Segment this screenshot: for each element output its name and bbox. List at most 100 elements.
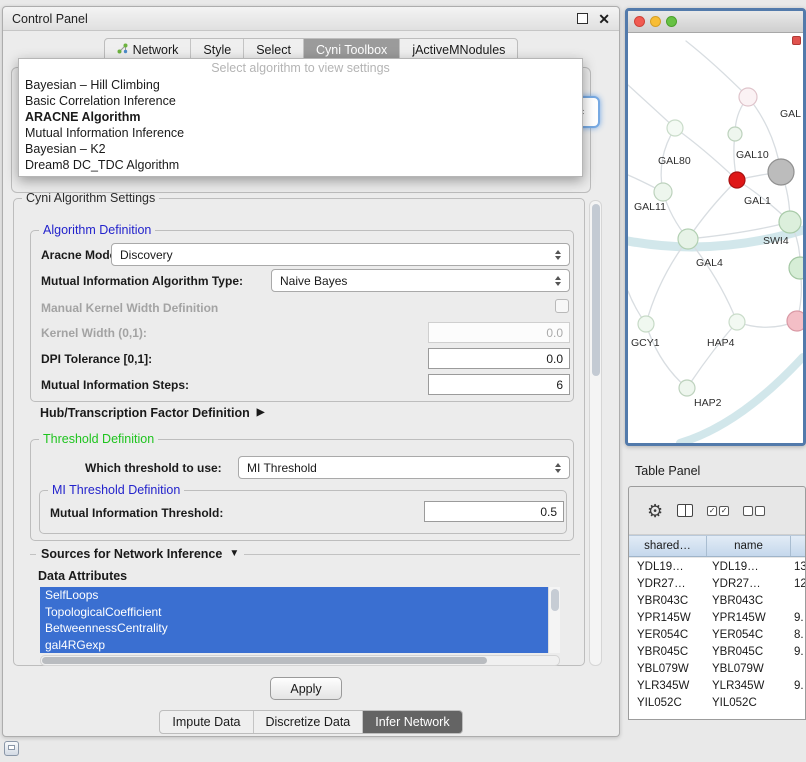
network-node[interactable] [787, 311, 803, 331]
mi-threshold-field[interactable]: 0.5 [424, 501, 564, 522]
dropdown-item[interactable]: Bayesian – Hill Climbing [19, 77, 582, 93]
algorithm-definition-group: Algorithm Definition Aracne Mode: Discov… [30, 230, 574, 402]
cell-name: YDR27… [707, 578, 791, 590]
cell-extra: 13 [791, 561, 805, 573]
network-node[interactable] [768, 159, 794, 185]
hub-definition-toggle[interactable]: Hub/Transcription Factor Definition ▶ [40, 406, 264, 420]
network-node[interactable] [654, 183, 672, 201]
minimized-panel-icon[interactable] [4, 741, 19, 756]
network-edge[interactable] [686, 41, 748, 97]
column-selector-icon[interactable] [677, 504, 693, 517]
network-node[interactable] [739, 88, 757, 106]
column-header[interactable]: name [707, 536, 791, 556]
which-threshold-combobox[interactable]: MI Threshold [238, 456, 570, 479]
scrollbar-thumb[interactable] [42, 657, 487, 664]
network-node[interactable] [728, 127, 742, 141]
network-node[interactable] [679, 380, 695, 396]
combo-arrows-icon [555, 276, 561, 286]
table-row[interactable]: YIL052C YIL052C [629, 694, 805, 711]
node-label: HAP2 [694, 397, 722, 409]
dpi-tolerance-field[interactable]: 0.0 [428, 348, 570, 369]
close-window-button[interactable]: ✕ [598, 13, 610, 25]
dropdown-placeholder[interactable]: Select algorithm to view settings [19, 59, 582, 77]
network-edge[interactable] [687, 322, 737, 388]
column-header[interactable] [791, 536, 805, 556]
attribute-item-label: BetweennessCentrality [45, 621, 168, 635]
network-edge[interactable] [646, 239, 688, 324]
manual-kernel-checkbox [555, 299, 569, 313]
cell-name: YIL052C [707, 697, 791, 709]
deselect-all-button[interactable] [743, 506, 765, 516]
apply-button[interactable]: Apply [270, 677, 342, 700]
network-icon [117, 43, 128, 57]
network-edge[interactable] [628, 85, 675, 128]
data-attributes-label: Data Attributes [38, 569, 127, 583]
titlebar-buttons: ✕ [577, 13, 610, 25]
algorithm-dropdown-popup: Select algorithm to view settings Bayesi… [18, 58, 583, 177]
network-edge[interactable] [688, 239, 737, 322]
dropdown-item[interactable]: Dream8 DC_TDC Algorithm [19, 157, 582, 173]
table-panel-window: ⚙ ✓ ✓ shared… name YDL19… [628, 486, 806, 720]
table-row[interactable]: YBR043C YBR043C [629, 592, 805, 609]
dropdown-item[interactable]: ARACNE Algorithm [19, 109, 582, 125]
bottom-tab[interactable]: Infer Network [363, 711, 461, 733]
attribute-item[interactable]: SelfLoops [40, 587, 548, 604]
select-all-button[interactable]: ✓ ✓ [707, 506, 729, 516]
network-node[interactable] [779, 211, 801, 233]
network-graph[interactable]: GAL80GALGAL10GAL11GAL1SWI4GAL4GCY1HAP4HA… [628, 33, 803, 443]
minimize-traffic-light[interactable] [650, 16, 661, 27]
birdseye-toggle[interactable] [792, 36, 801, 45]
desktop: Control Panel ✕ Network Style [0, 0, 806, 762]
close-traffic-light[interactable] [634, 16, 645, 27]
network-edge[interactable] [688, 180, 737, 239]
cell-extra: 9. [791, 680, 805, 692]
table-row[interactable]: YBR045C YBR045C 9. [629, 643, 805, 660]
settings-scrollbar[interactable] [589, 200, 602, 666]
attribute-item[interactable]: gal4RGexp [40, 637, 548, 654]
aracne-mode-combobox[interactable]: Discovery [111, 243, 570, 266]
table-row[interactable]: YER054C YER054C 8. [629, 626, 805, 643]
attribute-list-hscrollbar[interactable] [40, 655, 560, 666]
attribute-item[interactable]: TopologicalCoefficient [40, 604, 548, 621]
column-header-label: shared… [644, 540, 691, 552]
table-row[interactable]: YLR345W YLR345W 9. [629, 677, 805, 694]
tab-label: jActiveMNodules [412, 43, 505, 57]
cell-shared-name: YLR345W [629, 680, 707, 692]
gear-icon[interactable]: ⚙ [647, 502, 663, 520]
bottom-tab[interactable]: Impute Data [160, 711, 253, 733]
sources-toggle[interactable]: Sources for Network Inference ▼ [36, 547, 244, 561]
network-canvas[interactable]: GAL80GALGAL10GAL11GAL1SWI4GAL4GCY1HAP4HA… [628, 33, 803, 443]
table-row[interactable]: YDR27… YDR27… 12 [629, 575, 805, 592]
zoom-traffic-light[interactable] [666, 16, 677, 27]
chevron-right-icon: ▶ [257, 408, 265, 418]
dropdown-item-label: Dream8 DC_TDC Algorithm [25, 158, 179, 172]
network-node[interactable] [667, 120, 683, 136]
table-row[interactable]: YDL19… YDL19… 13 [629, 558, 805, 575]
dropdown-item[interactable]: Bayesian – K2 [19, 141, 582, 157]
network-node[interactable] [638, 316, 654, 332]
bottom-tab[interactable]: Discretize Data [254, 711, 364, 733]
cell-shared-name: YER054C [629, 629, 707, 641]
column-header[interactable]: shared… [629, 536, 707, 556]
table-row[interactable]: YPR145W YPR145W 9. [629, 609, 805, 626]
network-node[interactable] [789, 257, 803, 279]
cell-name: YBR045C [707, 646, 791, 658]
attribute-item-label: TopologicalCoefficient [45, 605, 162, 619]
mi-type-combobox[interactable]: Naive Bayes [271, 269, 570, 292]
mi-steps-field[interactable]: 6 [428, 374, 570, 395]
tab-label: Cyni Toolbox [316, 43, 387, 57]
network-node[interactable] [729, 172, 745, 188]
float-window-button[interactable] [577, 13, 588, 24]
dropdown-item[interactable]: Mutual Information Inference [19, 125, 582, 141]
dropdown-item[interactable]: Basic Correlation Inference [19, 93, 582, 109]
attribute-item[interactable]: BetweennessCentrality [40, 620, 548, 637]
network-node[interactable] [729, 314, 745, 330]
node-label: SWI4 [763, 235, 789, 247]
attribute-list-scrollbar[interactable] [548, 587, 560, 653]
scrollbar-thumb[interactable] [592, 204, 600, 376]
combobox-value: Naive Bayes [280, 274, 555, 288]
network-edge[interactable] [646, 324, 687, 388]
scrollbar-thumb[interactable] [551, 589, 559, 611]
network-node[interactable] [678, 229, 698, 249]
table-row[interactable]: YBL079W YBL079W [629, 660, 805, 677]
